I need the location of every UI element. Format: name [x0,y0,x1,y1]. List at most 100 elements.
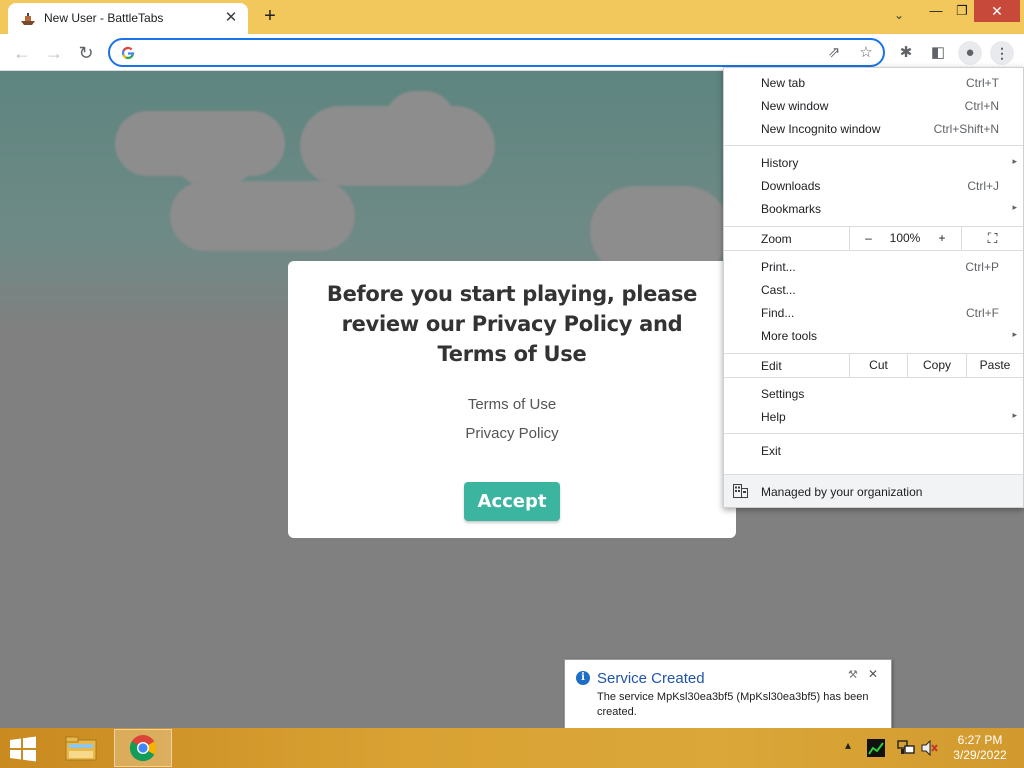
tab-battletabs[interactable]: New User - BattleTabs ✕ [8,3,248,34]
menu-item-label: New tab [761,76,806,90]
menu-item-label: More tools [761,329,818,343]
browser-toolbar: ← → ↻ ⇗ ☆ ✱ ◧ ● ⋮ [0,34,1024,71]
menu-item-label: Exit [761,444,782,458]
forward-button[interactable]: → [41,40,67,66]
edit-label: Edit [761,359,782,373]
options-wrench-icon[interactable]: ⚒ [848,668,858,681]
cloud-decoration [385,91,455,151]
submenu-arrow-icon: ▸ [1012,329,1017,339]
menu-new-window[interactable]: New window Ctrl+N [724,95,1023,118]
menu-settings[interactable]: Settings [724,383,1023,406]
clock-date: 3/29/2022 [953,748,1007,762]
tab-search-chevron-icon[interactable]: ⌄ [888,8,910,28]
menu-item-label: Cast... [761,283,796,297]
tray-show-hidden-icon[interactable]: ▴ [845,738,851,752]
reload-button[interactable]: ↻ [73,40,99,66]
tray-app-icon[interactable] [867,739,885,757]
browser-titlebar: New User - BattleTabs ✕ + ⌄ — ❐ ✕ [0,0,1024,34]
notification-close-icon[interactable]: ✕ [868,667,878,681]
menu-find[interactable]: Find... Ctrl+F [724,302,1023,325]
menu-shortcut: Ctrl+T [966,76,999,90]
menu-print[interactable]: Print... Ctrl+P [724,256,1023,279]
profile-avatar-icon[interactable]: ● [958,41,982,65]
modal-heading: Before you start playing, please review … [326,282,698,366]
back-button[interactable]: ← [9,40,35,66]
taskbar-file-explorer[interactable] [52,729,110,767]
side-panel-icon[interactable]: ◧ [926,41,950,65]
network-icon[interactable] [897,740,915,756]
volume-muted-icon[interactable] [921,740,939,756]
taskbar-chrome[interactable] [114,729,172,767]
extensions-puzzle-icon[interactable]: ✱ [894,41,918,65]
menu-zoom-row: Zoom – 100% + ⛶ [724,226,1023,251]
zoom-label: Zoom [761,232,792,246]
chrome-menu-button[interactable]: ⋮ [990,41,1014,65]
new-tab-button[interactable]: + [258,5,282,29]
battletabs-favicon-icon [21,13,35,25]
info-icon: i [576,671,590,685]
address-bar[interactable]: ⇗ ☆ [108,38,885,67]
share-icon[interactable]: ⇗ [824,44,844,62]
submenu-arrow-icon: ▸ [1012,156,1017,166]
menu-bookmarks[interactable]: Bookmarks ▸ [724,198,1023,221]
zoom-in-button[interactable]: + [923,227,961,250]
zoom-level: 100% [889,231,921,245]
menu-item-label: Print... [761,260,796,274]
privacy-policy-link[interactable]: Privacy Policy [288,425,736,442]
tab-close-icon[interactable]: ✕ [222,9,240,27]
menu-item-label: Find... [761,306,795,320]
submenu-arrow-icon: ▸ [1012,410,1017,420]
cloud-decoration [170,181,355,251]
accept-button[interactable]: Accept [464,482,560,521]
file-explorer-folder-icon [65,736,97,761]
menu-cast[interactable]: Cast... [724,279,1023,302]
bookmark-star-icon[interactable]: ☆ [856,44,876,62]
fullscreen-icon[interactable]: ⛶ [961,227,1023,250]
chrome-icon [129,735,157,762]
copy-button[interactable]: Copy [907,354,966,377]
cloud-decoration [175,126,255,186]
menu-new-incognito-window[interactable]: New Incognito window Ctrl+Shift+N [724,118,1023,141]
taskbar-clock[interactable]: 6:27 PM 3/29/2022 [944,733,1016,763]
menu-edit-row: Edit Cut Copy Paste [724,353,1023,378]
menu-history[interactable]: History ▸ [724,152,1023,175]
menu-item-label: New Incognito window [761,122,881,136]
service-created-notification[interactable]: i Service Created ⚒ ✕ The service MpKsl3… [564,659,892,742]
cut-button[interactable]: Cut [849,354,907,377]
chrome-app-menu: New tab Ctrl+T New window Ctrl+N New Inc… [723,67,1024,508]
menu-new-tab[interactable]: New tab Ctrl+T [724,72,1023,95]
menu-item-label: Downloads [761,179,821,193]
submenu-arrow-icon: ▸ [1012,202,1017,212]
tab-title: New User - BattleTabs [44,11,164,25]
clock-time: 6:27 PM [957,733,1003,747]
menu-item-label: Bookmarks [761,202,822,216]
google-icon [121,46,135,60]
menu-shortcut: Ctrl+Shift+N [933,122,999,136]
notification-text: The service MpKsl30ea3bf5 (MpKsl30ea3bf5… [597,691,869,718]
menu-shortcut: Ctrl+J [967,179,999,193]
menu-help[interactable]: Help ▸ [724,406,1023,429]
menu-item-label: Help [761,410,786,424]
menu-shortcut: Ctrl+P [965,260,999,274]
windows-taskbar: ▴ 6:27 PM 3/29/2022 [0,728,1024,768]
privacy-consent-modal: Before you start playing, please review … [288,261,736,538]
menu-item-label: History [761,156,799,170]
menu-downloads[interactable]: Downloads Ctrl+J [724,175,1023,198]
menu-managed-by-org[interactable]: Managed by your organization [724,474,1023,507]
windows-start-icon[interactable] [8,736,38,762]
menu-exit[interactable]: Exit [724,440,1023,463]
menu-item-label: Settings [761,387,805,401]
paste-button[interactable]: Paste [966,354,1023,377]
address-input[interactable] [144,43,804,63]
zoom-out-button[interactable]: – [849,227,887,250]
window-close-button[interactable]: ✕ [974,0,1020,22]
menu-more-tools[interactable]: More tools ▸ [724,325,1023,348]
building-icon [733,484,748,498]
menu-shortcut: Ctrl+F [966,306,999,320]
menu-separator [724,145,1023,146]
managed-label: Managed by your organization [761,485,923,499]
menu-separator [724,433,1023,434]
terms-of-use-link[interactable]: Terms of Use [288,396,736,413]
notification-title: Service Created [597,670,705,687]
menu-shortcut: Ctrl+N [964,99,999,113]
